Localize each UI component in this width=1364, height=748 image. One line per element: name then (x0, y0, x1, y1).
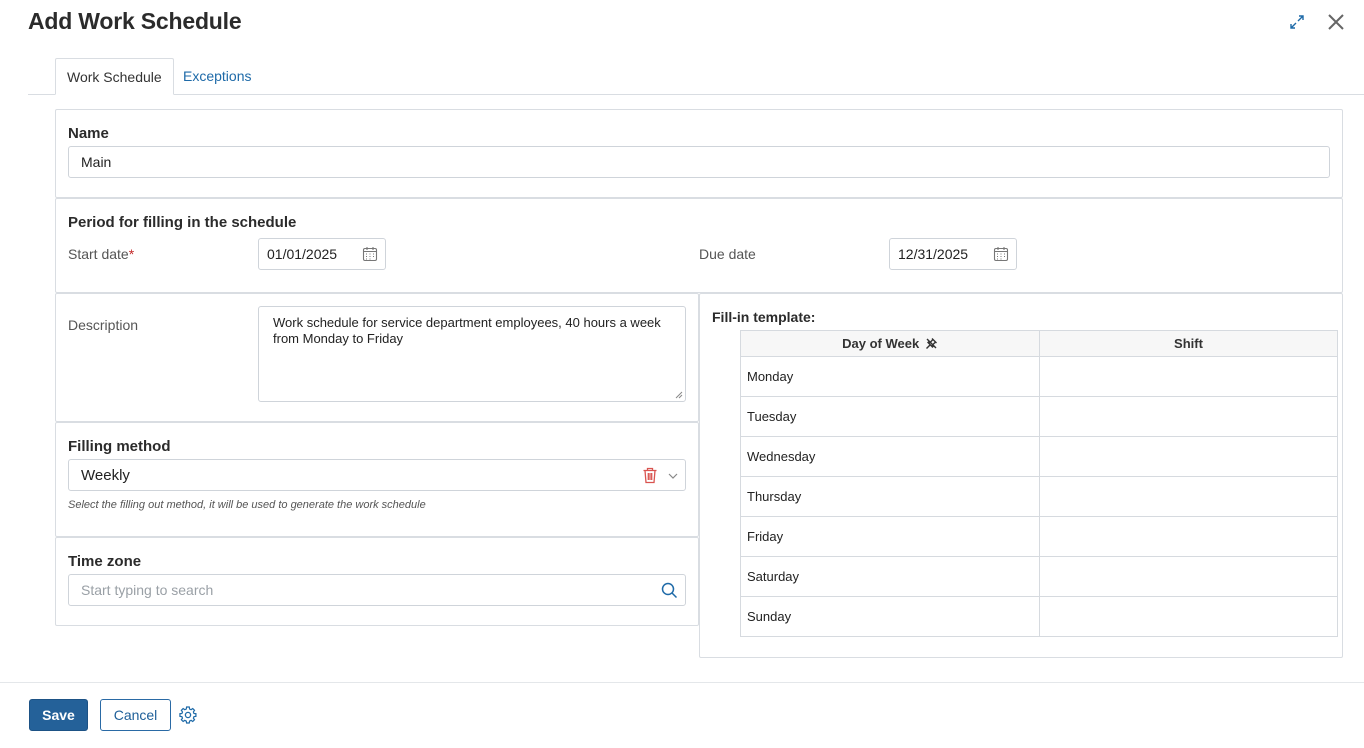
table-row[interactable]: Thursday (740, 476, 1338, 517)
time-zone-search-input[interactable]: Start typing to search (68, 574, 686, 606)
name-field[interactable]: Main (68, 146, 1330, 178)
cancel-button[interactable]: Cancel (100, 699, 171, 731)
due-date-value: 12/31/2025 (898, 246, 969, 262)
day-cell: Wednesday (740, 436, 1040, 477)
chevron-down-icon[interactable] (668, 472, 678, 480)
fill-in-template-table: Day of Week Shift Monday Tuesday Wednesd… (740, 330, 1338, 637)
start-date-field[interactable]: 01/01/2025 (258, 238, 386, 270)
filling-method-label: Filling method (68, 438, 171, 455)
description-label: Description (68, 317, 139, 333)
calendar-icon[interactable] (993, 246, 1009, 262)
page-title: Add Work Schedule (28, 8, 242, 34)
due-date-label: Due date (699, 246, 756, 262)
expand-arrows-icon[interactable] (1287, 12, 1307, 32)
shift-cell[interactable] (1039, 356, 1338, 397)
calendar-icon[interactable] (362, 246, 378, 262)
table-row[interactable]: Friday (740, 516, 1338, 557)
resize-handle-icon[interactable] (675, 391, 683, 399)
description-value: Work schedule for service department emp… (273, 315, 661, 346)
column-header-shift[interactable]: Shift (1039, 330, 1338, 357)
save-button[interactable]: Save (29, 699, 88, 731)
period-title: Period for filling in the schedule (68, 214, 297, 231)
fill-in-template-label: Fill-in template: (712, 309, 816, 325)
shift-cell[interactable] (1039, 396, 1338, 437)
unpin-icon[interactable] (925, 337, 938, 350)
time-zone-placeholder: Start typing to search (81, 582, 214, 598)
shift-cell[interactable] (1039, 476, 1338, 517)
day-cell: Thursday (740, 476, 1040, 517)
table-row[interactable]: Saturday (740, 556, 1338, 597)
close-icon[interactable] (1326, 12, 1346, 32)
table-row[interactable]: Monday (740, 356, 1338, 397)
shift-cell[interactable] (1039, 556, 1338, 597)
description-textarea[interactable]: Work schedule for service department emp… (258, 306, 686, 402)
table-row[interactable]: Wednesday (740, 436, 1338, 477)
filling-method-value: Weekly (81, 466, 130, 484)
table-row[interactable]: Tuesday (740, 396, 1338, 437)
start-date-label: Start date* (68, 246, 134, 262)
filling-method-select[interactable]: Weekly (68, 459, 686, 491)
gear-icon[interactable] (179, 706, 197, 724)
search-icon[interactable] (661, 582, 678, 599)
trash-icon[interactable] (642, 467, 658, 484)
day-cell: Saturday (740, 556, 1040, 597)
day-cell: Monday (740, 356, 1040, 397)
shift-cell[interactable] (1039, 596, 1338, 637)
start-date-label-text: Start date (68, 246, 129, 262)
tab-work-schedule[interactable]: Work Schedule (55, 58, 174, 95)
day-cell: Sunday (740, 596, 1040, 637)
shift-cell[interactable] (1039, 516, 1338, 557)
table-row[interactable]: Sunday (740, 596, 1338, 637)
shift-cell[interactable] (1039, 436, 1338, 477)
column-header-label: Day of Week (842, 336, 920, 351)
time-zone-label: Time zone (68, 553, 142, 570)
day-cell: Friday (740, 516, 1040, 557)
day-cell: Tuesday (740, 396, 1040, 437)
start-date-value: 01/01/2025 (267, 246, 338, 262)
name-label: Name (68, 125, 109, 142)
due-date-field[interactable]: 12/31/2025 (889, 238, 1017, 270)
table-header-row: Day of Week Shift (740, 330, 1338, 357)
required-mark: * (128, 246, 135, 262)
column-header-day-of-week[interactable]: Day of Week (740, 330, 1040, 357)
tab-exceptions[interactable]: Exceptions (172, 58, 262, 95)
filling-method-hint: Select the filling out method, it will b… (68, 499, 426, 511)
footer-divider (0, 682, 1364, 683)
